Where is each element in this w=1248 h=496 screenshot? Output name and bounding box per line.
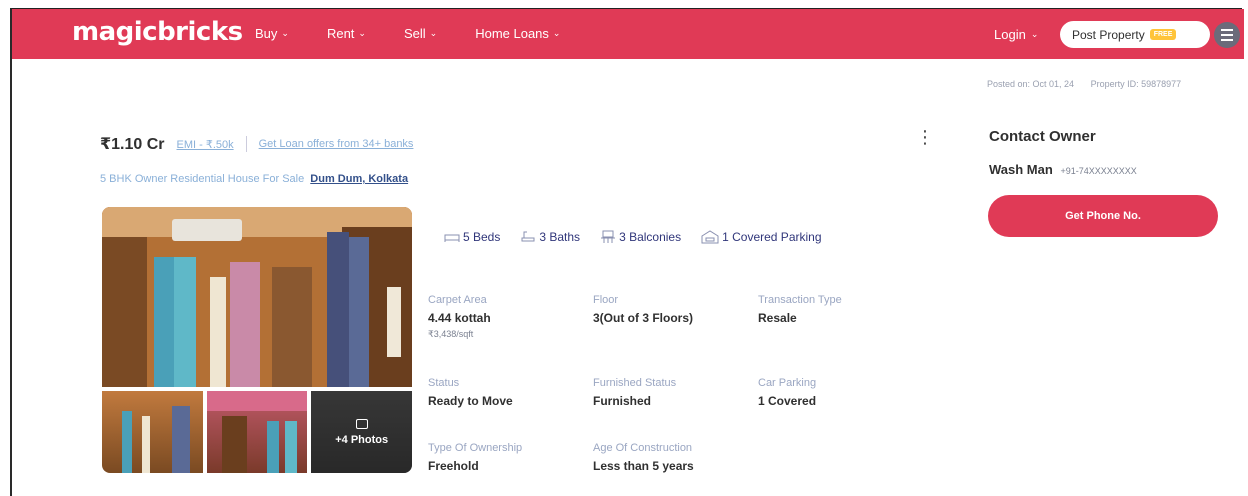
hamburger-line: [1221, 39, 1233, 41]
nav-sell[interactable]: Sell ⌄: [404, 26, 437, 41]
price-row: ₹1.10 Cr EMI - ₹.50k Get Loan offers fro…: [100, 134, 413, 154]
bed-icon: [444, 234, 460, 242]
price: ₹1.10 Cr: [100, 136, 165, 153]
detail-floor: Floor 3(Out of 3 Floors): [593, 294, 693, 325]
thumb-image: [122, 406, 190, 473]
photo-thumbnail[interactable]: +4 Photos: [311, 391, 413, 473]
location-link[interactable]: Dum Dum, Kolkata: [310, 173, 408, 185]
amenity-balconies: 3 Balconies: [600, 230, 681, 244]
main-nav: Buy ⌄ Rent ⌄ Sell ⌄ Home Loans ⌄: [255, 26, 598, 41]
main-photo[interactable]: [102, 207, 412, 387]
detail-label: Carpet Area: [428, 294, 487, 306]
detail-value: 4.44 kottah: [428, 311, 491, 325]
detail-label: Car Parking: [758, 377, 817, 389]
detail-value: Freehold: [428, 459, 479, 473]
more-photos-label: +4 Photos: [335, 433, 389, 446]
detail-label: Transaction Type: [758, 294, 842, 306]
listing-type: 5 BHK Owner Residential House For Sale: [100, 173, 305, 185]
nav-sell-label: Sell: [403, 26, 426, 41]
nav-buy[interactable]: Buy ⌄: [255, 26, 289, 41]
detail-label: Type Of Ownership: [428, 442, 523, 454]
amenity-parking: 1 Covered Parking: [701, 230, 822, 244]
more-photos-overlay[interactable]: +4 Photos: [311, 391, 413, 473]
amenities-row: 5 Beds 3 Baths 3 Balconies 1 Covered Par…: [444, 230, 842, 244]
amenity-balconies-label: 3 Balconies: [619, 230, 682, 244]
hamburger-line: [1221, 34, 1233, 36]
nav-rent[interactable]: Rent ⌄: [327, 26, 366, 41]
loan-offers-link[interactable]: Get Loan offers from 34+ banks: [259, 138, 414, 150]
chevron-down-icon: ⌄: [358, 28, 366, 38]
detail-label: Furnished Status: [593, 377, 677, 389]
detail-status: Status Ready to Move: [428, 377, 513, 408]
camera-icon: [355, 418, 368, 429]
free-badge: FREE: [1149, 29, 1177, 40]
parking-icon: [701, 230, 719, 244]
amenity-beds: 5 Beds: [444, 230, 500, 244]
photo-thumbnails: +4 Photos: [102, 391, 413, 473]
divider: [245, 136, 247, 152]
amenity-baths-label: 3 Baths: [539, 230, 581, 244]
chevron-down-icon: ⌄: [552, 28, 561, 38]
detail-label: Floor: [593, 294, 619, 306]
nav-home-loans[interactable]: Home Loans ⌄: [475, 26, 560, 41]
nav-buy-label: Buy: [255, 26, 278, 41]
hamburger-menu-button[interactable]: [1214, 22, 1240, 48]
owner-name: Wash Man: [989, 162, 1053, 177]
chevron-down-icon: ⌄: [281, 28, 289, 38]
chevron-down-icon: ⌄: [429, 28, 438, 38]
top-header: magicbricks Buy ⌄ Rent ⌄ Sell ⌄ Home Loans ⌄…: [12, 9, 1244, 59]
detail-value: Ready to Move: [428, 394, 513, 408]
amenity-beds-label: 5 Beds: [463, 230, 501, 244]
amenity-baths: 3 Baths: [520, 230, 580, 244]
nav-rent-label: Rent: [326, 26, 355, 41]
detail-value: Resale: [758, 311, 797, 325]
bath-icon: [521, 231, 535, 242]
post-property-button[interactable]: Post Property FREE: [1060, 21, 1210, 48]
hamburger-line: [1221, 29, 1233, 31]
owner-info: Wash Man +91-74XXXXXXXX: [989, 162, 1137, 177]
amenity-parking-label: 1 Covered Parking: [722, 230, 822, 244]
nav-home-loans-label: Home Loans: [475, 26, 549, 41]
detail-furnished-status: Furnished Status Furnished: [593, 377, 676, 408]
posted-date: Posted on: Oct 01, 24: [987, 79, 1075, 89]
detail-ownership: Type Of Ownership Freehold: [428, 442, 522, 473]
magicbricks-logo[interactable]: magicbricks: [72, 17, 243, 47]
property-id: Property ID: 59878977: [1090, 79, 1182, 89]
price-per-sqft: ₹3,438/sqft: [428, 329, 474, 339]
posting-meta: Posted on: Oct 01, 24 Property ID: 59878…: [987, 79, 1195, 89]
detail-value: 1 Covered: [758, 394, 817, 408]
detail-value: 3(Out of 3 Floors): [593, 311, 693, 325]
detail-label: Age Of Construction: [593, 442, 693, 454]
photo-thumbnail[interactable]: [206, 391, 308, 473]
chevron-down-icon: ⌄: [1030, 29, 1039, 39]
detail-age: Age Of Construction Less than 5 years: [593, 442, 694, 473]
listing-subtitle: 5 BHK Owner Residential House For Sale D…: [100, 173, 408, 185]
login-label: Login: [994, 27, 1026, 42]
room-photo-image: [102, 207, 412, 387]
owner-phone-masked: +91-74XXXXXXXX: [1060, 166, 1137, 176]
detail-car-parking: Car Parking 1 Covered: [758, 377, 816, 408]
photo-thumbnail[interactable]: [102, 391, 203, 473]
login-menu[interactable]: Login ⌄: [994, 27, 1038, 42]
get-phone-button[interactable]: Get Phone No.: [988, 195, 1218, 237]
thumb-image: [206, 391, 307, 473]
detail-value: Less than 5 years: [593, 459, 694, 473]
balcony-icon: [601, 230, 616, 243]
detail-label: Status: [428, 377, 460, 389]
detail-carpet-area: Carpet Area 4.44 kottah ₹3,438/sqft: [428, 294, 491, 340]
emi-link[interactable]: EMI - ₹.50k: [177, 138, 234, 151]
post-property-label: Post Property: [1072, 27, 1145, 42]
detail-transaction-type: Transaction Type Resale: [758, 294, 842, 325]
detail-value: Furnished: [593, 394, 652, 408]
contact-owner-title: Contact Owner: [989, 128, 1096, 145]
more-options-icon[interactable]: ⋮: [916, 128, 934, 146]
page-frame: magicbricks Buy ⌄ Rent ⌄ Sell ⌄ Home Loans ⌄…: [10, 8, 1244, 496]
